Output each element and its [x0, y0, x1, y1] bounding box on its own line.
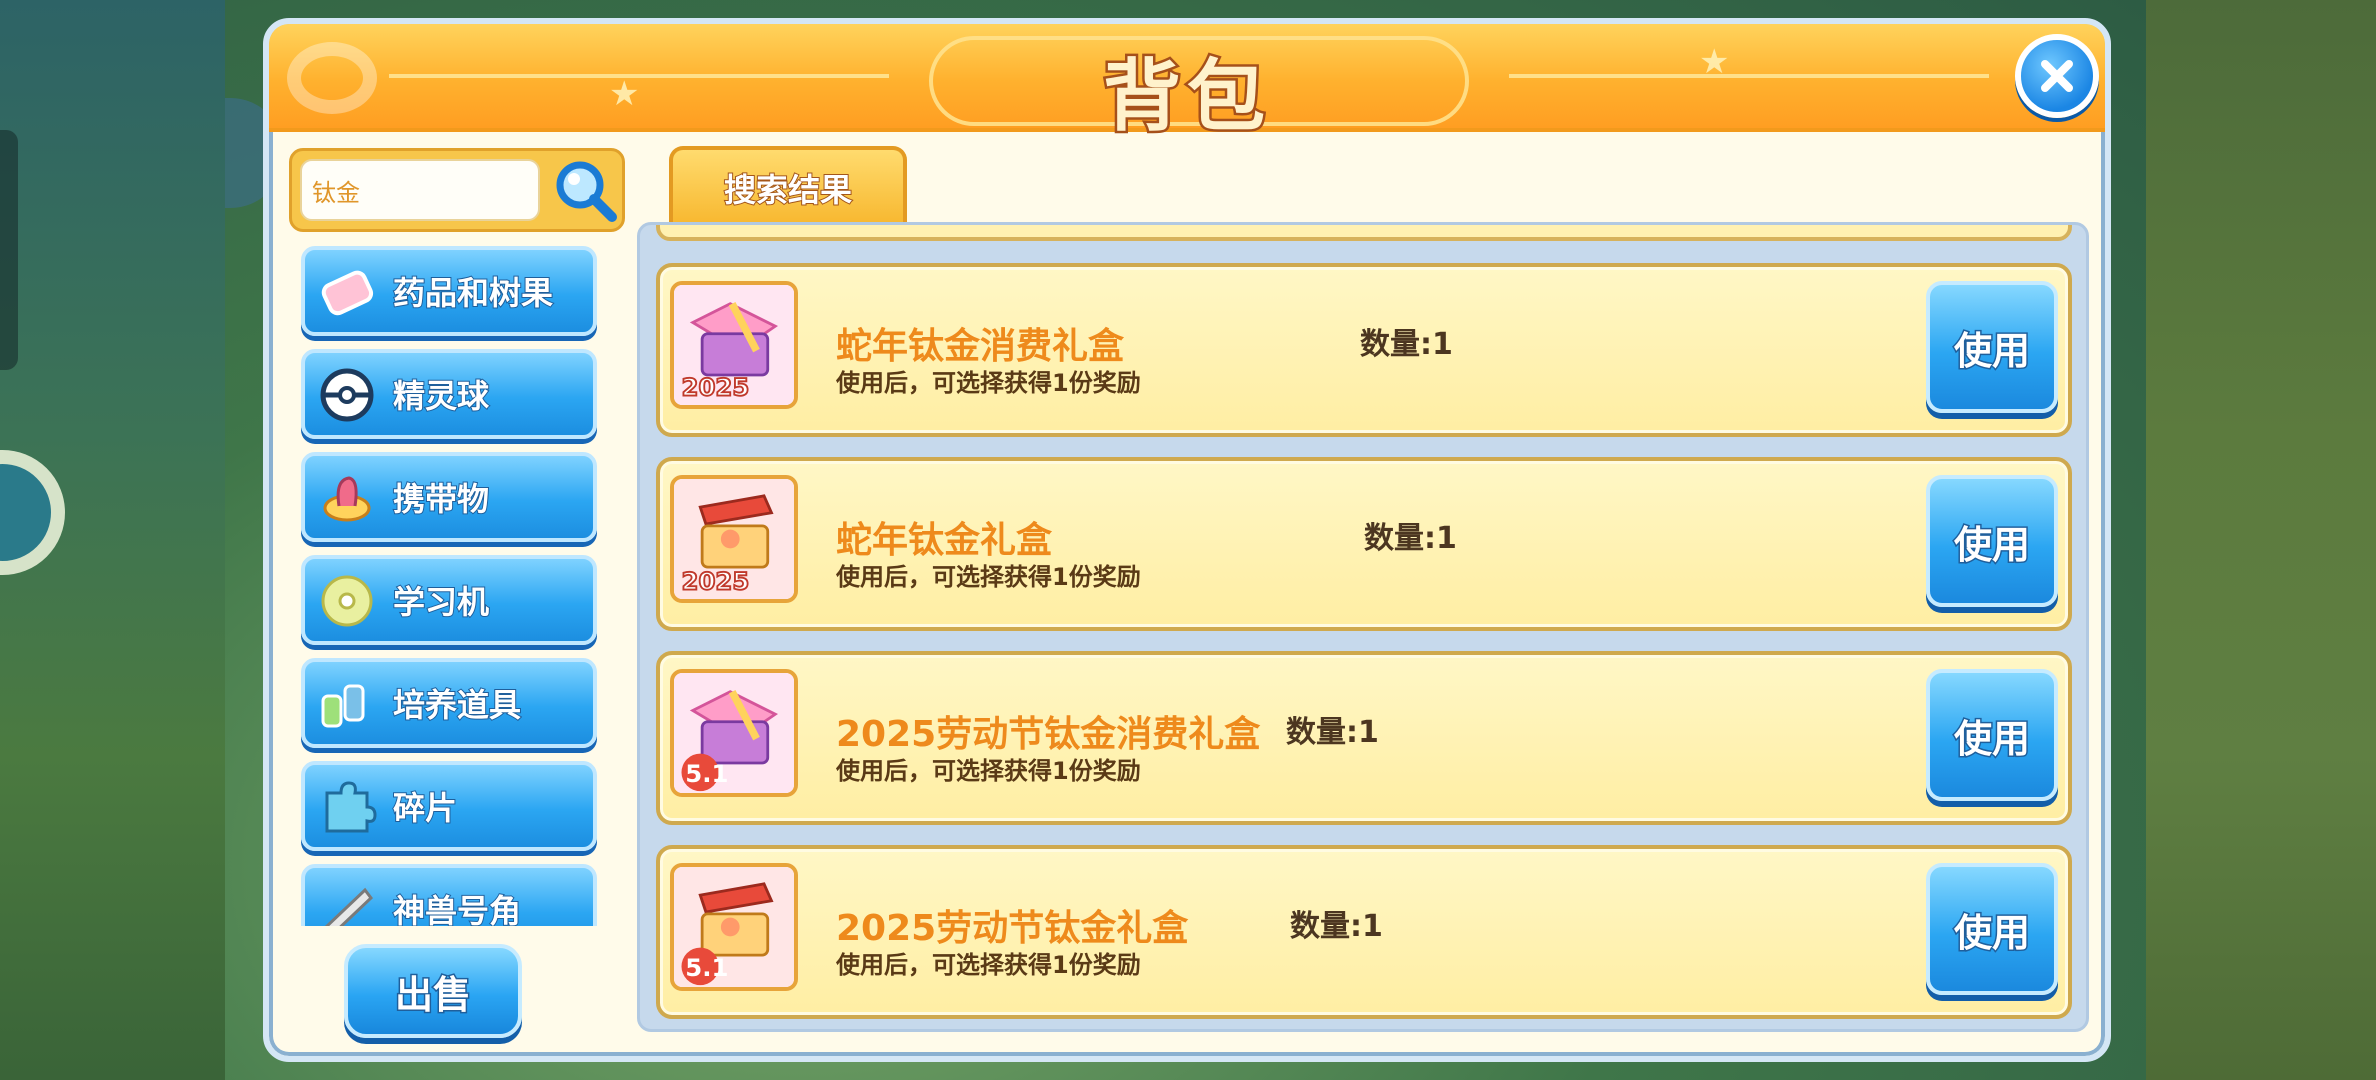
- gift-box-51-icon: 5.1: [670, 669, 798, 797]
- category-tm[interactable]: 学习机: [301, 555, 597, 645]
- list-item: 2025 蛇年钛金消费礼盒 使用后，可选择获得1份奖励 数量:1 使用: [656, 263, 2072, 437]
- held-item-icon: [315, 466, 379, 530]
- use-button[interactable]: 使用: [1926, 863, 2058, 995]
- item-name: 2025劳动节钛金消费礼盒: [836, 714, 1261, 755]
- sell-button[interactable]: 出售: [344, 944, 522, 1038]
- puzzle-piece-icon: [315, 775, 379, 839]
- item-quantity: 数量:1: [1286, 715, 1379, 750]
- close-button[interactable]: [2015, 34, 2099, 118]
- gift-box-2025-icon: 2025: [670, 475, 798, 603]
- icon-badge: 2025: [682, 373, 750, 402]
- category-held-items[interactable]: 携带物: [301, 452, 597, 542]
- icon-badge: 5.1: [685, 759, 728, 788]
- training-item-icon: [315, 672, 379, 736]
- close-icon: [2041, 60, 2073, 92]
- item-quantity: 数量:1: [1290, 909, 1383, 944]
- tab-search-results[interactable]: 搜索结果: [669, 146, 907, 226]
- use-button[interactable]: 使用: [1926, 475, 2058, 607]
- item-list: 2025 蛇年钛金消费礼盒 使用后，可选择获得1份奖励 数量:1 使用 2025…: [637, 222, 2089, 1032]
- list-item: 2025 蛇年钛金礼盒 使用后，可选择获得1份奖励 数量:1 使用: [656, 457, 2072, 631]
- category-label: 携带物: [392, 479, 490, 519]
- disc-icon: [315, 569, 379, 633]
- title-bar: ★ ★ 背包: [269, 24, 2105, 145]
- medicine-icon: [315, 260, 379, 324]
- category-medicine[interactable]: 药品和树果: [301, 246, 597, 336]
- list-item: 5.1 2025劳动节钛金礼盒 使用后，可选择获得1份奖励 数量:1 使用: [656, 845, 2072, 1019]
- side-handle[interactable]: [0, 130, 18, 370]
- window-title: 背包: [1100, 50, 1271, 145]
- item-name: 蛇年钛金礼盒: [836, 520, 1053, 561]
- gift-box-51-icon: 5.1: [670, 863, 798, 991]
- category-label: 培养道具: [392, 685, 522, 725]
- use-button[interactable]: 使用: [1926, 669, 2058, 801]
- bag-window: ★ ★ 背包 药品和树果: [263, 18, 2111, 1062]
- gift-box-2025-icon: 2025: [670, 281, 798, 409]
- list-item: 5.1 2025劳动节钛金消费礼盒 使用后，可选择获得1份奖励 数量:1 使用: [656, 651, 2072, 825]
- search-box: [289, 148, 625, 232]
- category-training[interactable]: 培养道具: [301, 658, 597, 748]
- pokeball-icon: [315, 363, 379, 427]
- item-name: 2025劳动节钛金礼盒: [836, 908, 1189, 949]
- category-pokeball[interactable]: 精灵球: [301, 349, 597, 439]
- category-label: 学习机: [392, 582, 490, 622]
- item-description: 使用后，可选择获得1份奖励: [836, 369, 1141, 397]
- icon-badge: 2025: [682, 567, 750, 596]
- category-fragments[interactable]: 碎片: [301, 761, 597, 851]
- horn-icon: [315, 878, 379, 926]
- item-name: 蛇年钛金消费礼盒: [836, 326, 1125, 367]
- background-right: [2146, 0, 2376, 1080]
- item-quantity: 数量:1: [1360, 327, 1453, 362]
- item-description: 使用后，可选择获得1份奖励: [836, 951, 1141, 979]
- category-label: 神兽号角: [392, 891, 522, 926]
- search-icon[interactable]: [550, 155, 622, 227]
- use-button[interactable]: 使用: [1926, 281, 2058, 413]
- item-description: 使用后，可选择获得1份奖励: [836, 563, 1141, 591]
- icon-badge: 5.1: [685, 953, 728, 982]
- item-description: 使用后，可选择获得1份奖励: [836, 757, 1141, 785]
- list-item: [656, 225, 2072, 241]
- category-list: 药品和树果 精灵球 携带物 学习机 培养道具 碎片 神兽号角: [301, 246, 601, 926]
- search-input[interactable]: [300, 159, 540, 221]
- item-quantity: 数量:1: [1364, 521, 1457, 556]
- category-label: 药品和树果: [392, 273, 554, 313]
- category-label: 碎片: [392, 788, 458, 828]
- category-legendary-horn[interactable]: 神兽号角: [301, 864, 597, 926]
- category-label: 精灵球: [392, 376, 490, 416]
